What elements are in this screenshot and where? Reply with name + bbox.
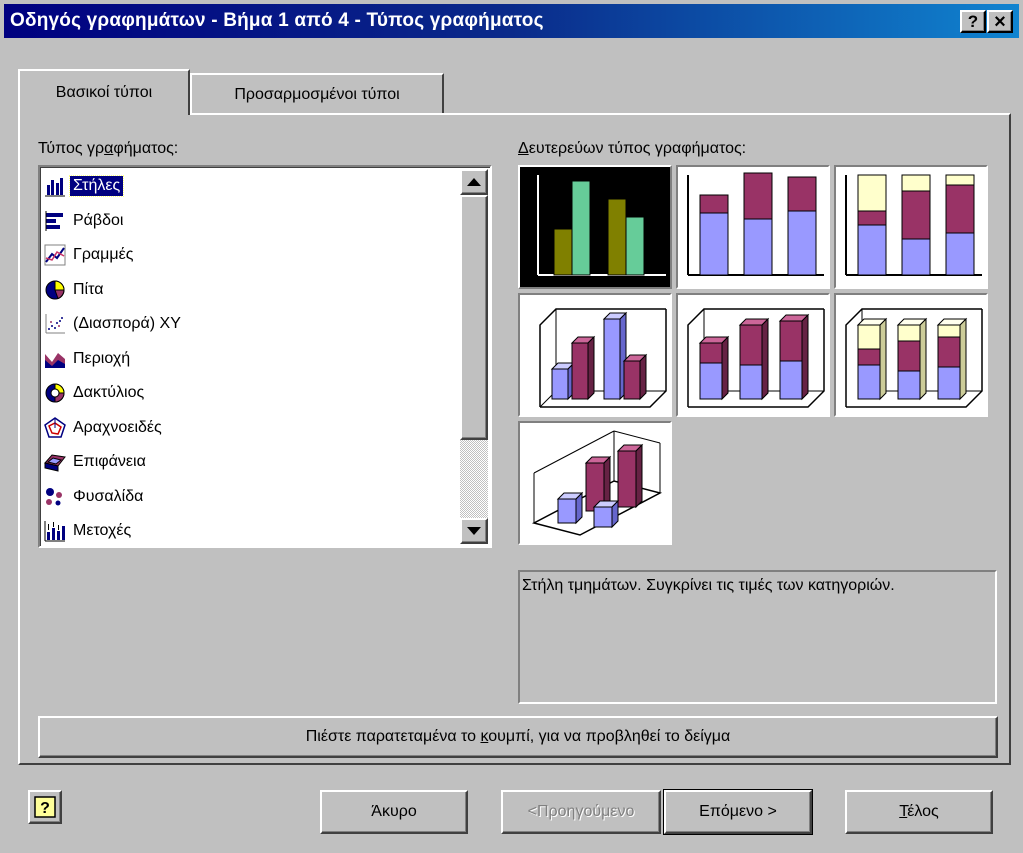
clustered-column-icon (537, 175, 666, 276)
list-item-bubble[interactable]: Φυσαλίδα (42, 480, 460, 515)
subtype-3d-100-stacked-column[interactable] (834, 293, 988, 417)
office-assistant-button[interactable]: ? (28, 790, 62, 824)
cancel-button[interactable]: Άκυρο (320, 790, 468, 834)
list-item-label: Δακτύλιος (73, 384, 145, 402)
svg-text:?: ? (40, 800, 50, 817)
finish-button[interactable]: Τέλος (845, 790, 993, 834)
arrow-down-icon (467, 527, 481, 535)
doughnut-chart-icon (45, 383, 65, 403)
window-title: Οδηγός γραφημάτων - Βήμα 1 από 4 - Τύπος… (10, 10, 544, 31)
list-item-label: (Διασπορά) XY (73, 315, 181, 333)
chart-type-list[interactable]: Στήλες Ράβδοι Γραμμές Πίτα (Διασπορά) XY… (38, 165, 492, 548)
finish-label: Τέλος (899, 803, 939, 820)
list-item-label: Αραχνοειδές (73, 418, 162, 436)
arrow-up-icon (467, 178, 481, 186)
list-item-pie[interactable]: Πίτα (42, 273, 460, 308)
list-item-label: Επιφάνεια (73, 453, 146, 471)
list-item-label: Πίτα (73, 280, 104, 298)
list-item-scatter[interactable]: (Διασπορά) XY (42, 307, 460, 342)
close-icon: × (994, 10, 1006, 33)
view-sample-label: Πιέστε παρατεταμένα το κουμπί, για να πρ… (305, 728, 731, 745)
chart-type-items: Στήλες Ράβδοι Γραμμές Πίτα (Διασπορά) XY… (42, 169, 460, 549)
pie-chart-icon (45, 280, 65, 300)
subtype-100-stacked-column[interactable] (834, 165, 988, 289)
bubble-chart-icon (46, 487, 62, 506)
cancel-label: Άκυρο (371, 803, 417, 820)
bar-chart-icon (45, 210, 63, 231)
help-icon: ? (967, 12, 979, 31)
surface-chart-icon (44, 454, 66, 472)
tab-custom-types[interactable]: Προσαρμοσμένοι τύποι (190, 73, 444, 115)
stock-chart-icon (44, 521, 65, 542)
tab-standard-types[interactable]: Βασικοί τύποι (18, 69, 190, 115)
3d-100-stacked-column-icon (845, 308, 983, 408)
chart-type-label: Τύπος γραφήματος: (38, 140, 179, 157)
scroll-thumb[interactable] (460, 195, 488, 440)
list-item-bar[interactable]: Ράβδοι (42, 204, 460, 239)
scatter-chart-icon (45, 314, 65, 334)
list-item-doughnut[interactable]: Δακτύλιος (42, 376, 460, 411)
3d-stacked-column-icon (687, 308, 825, 408)
subtype-3d-column[interactable] (518, 421, 672, 545)
view-sample-button[interactable]: Πιέστε παρατεταμένα το κουμπί, για να πρ… (38, 716, 998, 758)
radar-chart-icon (44, 416, 66, 438)
list-item-label: Περιοχή (73, 349, 131, 367)
list-item-label: Φυσαλίδα (73, 487, 144, 505)
3d-clustered-column-icon (539, 308, 667, 408)
list-item-surface[interactable]: Επιφάνεια (42, 445, 460, 480)
100-stacked-column-icon (845, 174, 982, 276)
subtype-stacked-column[interactable] (676, 165, 830, 289)
list-item-area[interactable]: Περιοχή (42, 342, 460, 377)
list-item-label: Μετοχές (73, 522, 132, 540)
tab-label: Βασικοί τύποι (55, 84, 153, 101)
office-assistant-icon: ? (34, 796, 56, 818)
area-chart-icon (45, 352, 65, 368)
scroll-down-button[interactable] (460, 518, 488, 544)
subtype-clustered-column[interactable] (518, 165, 672, 289)
list-item-column[interactable]: Στήλες (42, 169, 460, 204)
chart-wizard-dialog: Οδηγός γραφημάτων - Βήμα 1 από 4 - Τύπος… (0, 0, 1023, 853)
list-item-radar[interactable]: Αραχνοειδές (42, 411, 460, 446)
chart-subtype-gallery (518, 165, 992, 549)
next-button[interactable]: Επόμενο > (663, 789, 813, 835)
column-chart-icon (45, 177, 65, 197)
list-item-line[interactable]: Γραμμές (42, 238, 460, 273)
list-item-label: Στήλες (68, 175, 125, 198)
help-button[interactable]: ? (960, 10, 986, 33)
title-bar[interactable]: Οδηγός γραφημάτων - Βήμα 1 από 4 - Τύπος… (4, 4, 1019, 38)
scroll-up-button[interactable] (460, 169, 488, 195)
list-item-label: Ράβδοι (73, 211, 124, 229)
chart-description: Στήλη τμημάτων. Συγκρίνει τις τιμές των … (518, 570, 997, 704)
back-button[interactable]: <Προηγούμενο (501, 790, 661, 834)
back-label: <Προηγούμενο (527, 803, 635, 820)
subtype-3d-stacked-column[interactable] (676, 293, 830, 417)
3d-column-icon (531, 430, 663, 536)
list-item-label: Γραμμές (73, 246, 134, 264)
chart-type-scrollbar[interactable] (460, 169, 488, 544)
stacked-column-icon (687, 172, 824, 276)
next-label: Επόμενο > (699, 803, 777, 820)
list-item-stock[interactable]: Μετοχές (42, 514, 460, 549)
chart-subtype-label: Δευτερεύων τύπος γραφήματος: (518, 140, 747, 157)
close-button[interactable]: × (987, 10, 1013, 33)
line-chart-icon (44, 244, 66, 266)
tab-label: Προσαρμοσμένοι τύποι (234, 86, 400, 103)
subtype-3d-clustered-column[interactable] (518, 293, 672, 417)
